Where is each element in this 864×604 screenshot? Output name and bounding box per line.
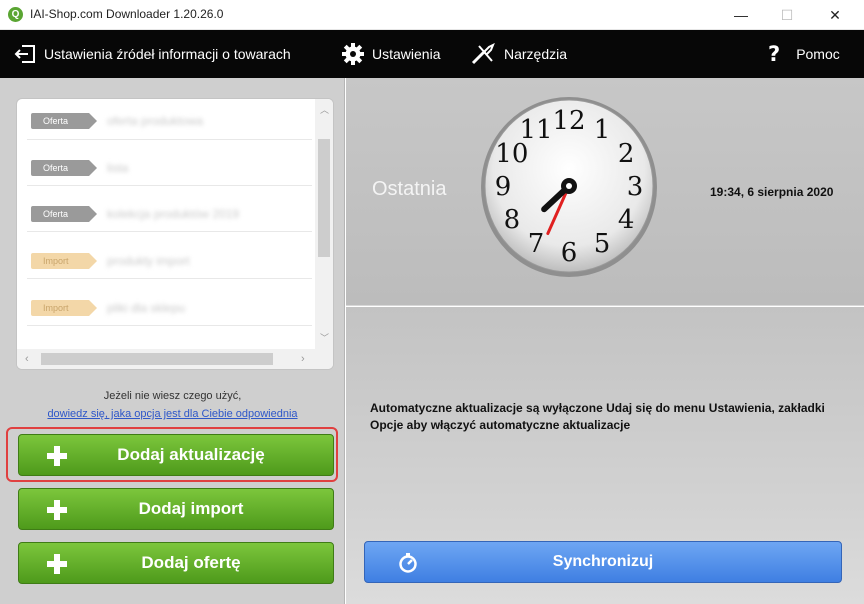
- sources-list[interactable]: Oferta oferta produktowa Oferta lista Of…: [16, 98, 334, 370]
- list-divider: [27, 231, 312, 232]
- auto-update-message: Automatyczne aktualizacje są wyłączone U…: [370, 401, 825, 432]
- list-item[interactable]: Import pliki dla sklepu: [31, 297, 185, 319]
- add-import-button[interactable]: Dodaj import: [18, 488, 334, 530]
- clock-numeral: 12: [552, 106, 585, 136]
- synchronize-button[interactable]: Synchronizuj: [364, 541, 842, 583]
- left-panel: Oferta oferta produktowa Oferta lista Of…: [0, 78, 345, 604]
- list-divider: [27, 325, 312, 326]
- tools-label: Narzędzia: [504, 46, 568, 62]
- source-name: oferta produktowa: [107, 114, 204, 128]
- horizontal-scrollbar[interactable]: ‹ ›: [17, 349, 333, 369]
- clock-numeral: 8: [504, 205, 521, 235]
- scroll-right-icon[interactable]: ›: [301, 353, 305, 365]
- clock-numeral: 4: [618, 205, 635, 235]
- add-offer-button[interactable]: Dodaj ofertę: [18, 542, 334, 584]
- minimize-button[interactable]: —: [718, 0, 764, 30]
- main-toolbar: Ustawienia źródeł informacji o towarach …: [0, 30, 864, 78]
- list-divider: [27, 139, 312, 140]
- settings-label: Ustawienia: [372, 46, 441, 62]
- hint-text: Jeżeli nie wiesz czego użyć,: [103, 390, 242, 402]
- clock-numeral: 11: [519, 115, 552, 145]
- clock-numeral: 7: [528, 229, 545, 259]
- last-sync-label: Ostatnia: [372, 178, 447, 200]
- sync-icon: [399, 553, 417, 573]
- list-item[interactable]: Oferta oferta produktowa: [31, 110, 203, 132]
- source-name: lista: [107, 161, 129, 175]
- scroll-up-icon[interactable]: ︿: [320, 103, 329, 116]
- horizontal-scroll-thumb[interactable]: [41, 353, 273, 365]
- status-panel: Automatyczne aktualizacje są wyłączone U…: [346, 307, 864, 604]
- source-name: pliki dla sklepu: [107, 301, 186, 315]
- maximize-button[interactable]: ☐: [764, 0, 810, 30]
- plus-icon: [47, 446, 67, 466]
- source-name: produkty import: [107, 254, 190, 268]
- type-badge: Oferta: [31, 160, 97, 176]
- list-divider: [27, 185, 312, 186]
- settings-menu[interactable]: Ustawienia: [342, 30, 440, 78]
- help-menu[interactable]: ? Pomoc: [768, 30, 840, 78]
- clock-numeral: 2: [618, 139, 635, 169]
- sources-settings-label: Ustawienia źródeł informacji o towarach: [44, 46, 291, 62]
- list-item[interactable]: Oferta lista: [31, 157, 128, 179]
- help-link[interactable]: dowiedz się, jaka opcja jest dla Ciebie …: [0, 408, 345, 420]
- last-sync-panel: Ostatnia 1 2 3 4 5 6 7 8 9 10 11 12 19:34, 6 sierpn…: [346, 78, 864, 306]
- scroll-down-icon[interactable]: ﹀: [320, 331, 329, 344]
- help-label: Pomoc: [796, 46, 840, 62]
- list-item[interactable]: Import produkty import: [31, 250, 190, 272]
- list-divider: [27, 278, 312, 279]
- plus-icon: [47, 554, 67, 574]
- login-arrow-icon: [14, 45, 35, 63]
- type-badge: Import: [31, 253, 97, 269]
- wrench-icon: [471, 43, 495, 65]
- clock-numeral: 3: [627, 172, 644, 202]
- clock-numeral: 6: [561, 238, 578, 268]
- list-item[interactable]: Oferta kolekcja produktów 2019: [31, 203, 239, 225]
- type-badge: Import: [31, 300, 97, 316]
- source-name: kolekcja produktów 2019: [107, 207, 240, 221]
- tools-menu[interactable]: Narzędzia: [470, 30, 567, 78]
- vertical-scroll-thumb[interactable]: [318, 139, 330, 257]
- clock-numeral: 1: [594, 115, 611, 145]
- last-sync-time: 19:34, 6 sierpnia 2020: [710, 185, 834, 199]
- type-badge: Oferta: [31, 113, 97, 129]
- clock-center-dot: [566, 183, 572, 189]
- scroll-left-icon[interactable]: ‹: [25, 353, 29, 365]
- vertical-scrollbar[interactable]: ︿ ﹀: [315, 99, 333, 349]
- add-update-button[interactable]: Dodaj aktualizację: [18, 434, 334, 476]
- window-title: IAI-Shop.com Downloader 1.20.26.0: [30, 7, 224, 21]
- clock-icon: 1234567891011 12: [481, 97, 657, 277]
- clock-numeral: 9: [495, 172, 512, 202]
- clock-numeral: 5: [594, 229, 611, 259]
- synchronize-label: Synchronizuj: [552, 553, 654, 570]
- plus-icon: [47, 500, 67, 520]
- gear-icon: [342, 43, 364, 65]
- question-icon: ?: [768, 42, 781, 66]
- app-logo-icon: Q: [8, 7, 23, 22]
- sources-settings-menu[interactable]: Ustawienia źródeł informacji o towarach: [14, 30, 291, 78]
- close-button[interactable]: ✕: [812, 0, 858, 30]
- type-badge: Oferta: [31, 206, 97, 222]
- title-bar: Q IAI-Shop.com Downloader 1.20.26.0 — ☐ …: [0, 0, 864, 30]
